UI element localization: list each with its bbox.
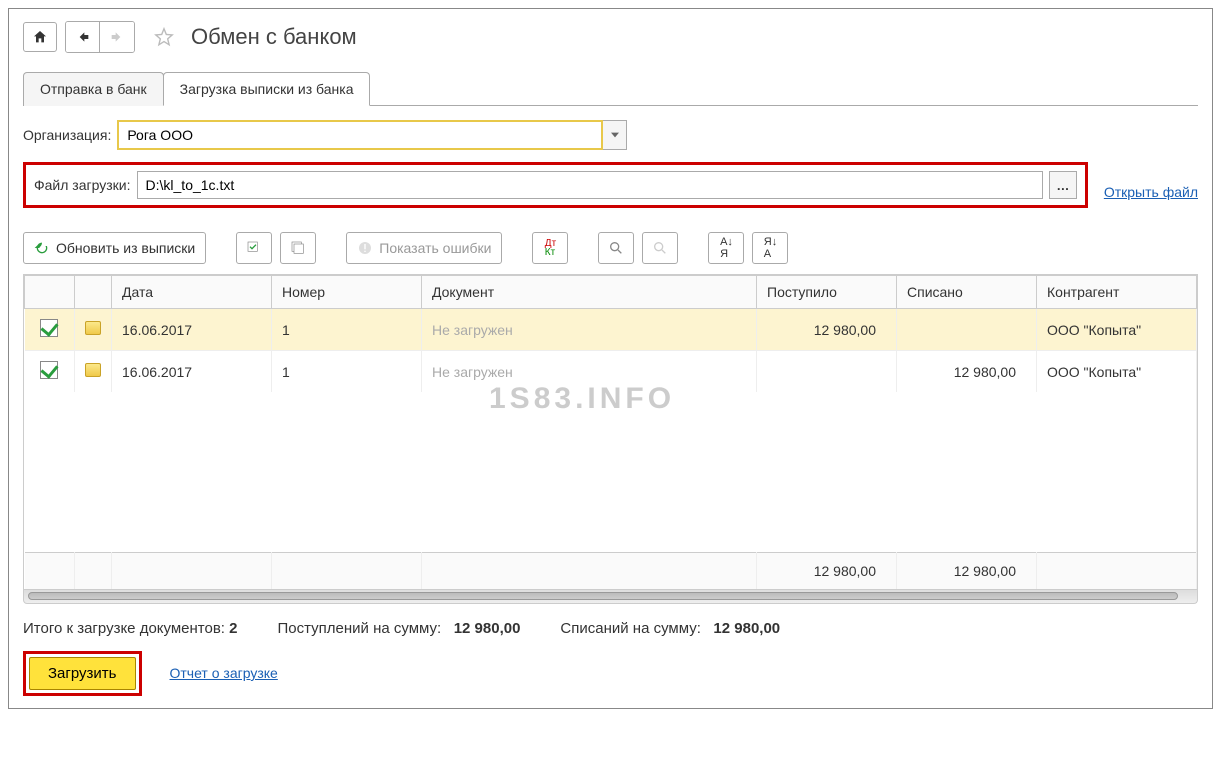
nav-history-group — [65, 21, 135, 53]
horizontal-scrollbar[interactable] — [23, 590, 1198, 604]
refresh-icon — [34, 240, 50, 256]
tab-send-to-bank[interactable]: Отправка в банк — [23, 72, 164, 106]
statement-table: Дата Номер Документ Поступило Списано Ко… — [24, 275, 1197, 589]
ellipsis-icon: … — [1056, 178, 1069, 193]
search-button[interactable] — [598, 232, 634, 264]
sort-desc-icon: Я↓А — [764, 236, 777, 260]
nav-back-button[interactable] — [66, 22, 100, 52]
magnifier-icon — [608, 240, 624, 256]
tab-load-statement[interactable]: Загрузка выписки из банка — [163, 72, 371, 106]
error-icon — [357, 240, 373, 256]
magnifier-clear-icon — [652, 240, 668, 256]
star-icon — [153, 26, 175, 48]
arrow-left-icon — [75, 29, 91, 45]
uncheck-all-icon — [290, 240, 306, 256]
tab-bar: Отправка в банк Загрузка выписки из банк… — [23, 71, 1198, 106]
summary-out-value: 12 980,00 — [713, 620, 780, 637]
report-link[interactable]: Отчет о загрузке — [170, 665, 278, 681]
summary-in-value: 12 980,00 — [454, 620, 521, 637]
file-label: Файл загрузки: — [34, 177, 131, 193]
table-row[interactable]: 16.06.2017 1 Не загружен 12 980,00 ООО "… — [25, 309, 1197, 351]
arrow-right-icon — [109, 29, 125, 45]
col-received[interactable]: Поступило — [757, 276, 897, 309]
file-path-input[interactable] — [137, 171, 1043, 199]
uncheck-all-button[interactable] — [280, 232, 316, 264]
page-title: Обмен с банком — [191, 24, 357, 50]
check-all-icon — [246, 240, 262, 256]
document-icon — [85, 363, 101, 377]
dtkt-icon: ДтКт — [545, 239, 556, 257]
org-dropdown-button[interactable] — [603, 120, 627, 150]
summary-docs-value: 2 — [229, 620, 237, 637]
sort-desc-button[interactable]: Я↓А — [752, 232, 788, 264]
document-icon — [85, 321, 101, 335]
home-icon — [32, 29, 48, 45]
col-contractor[interactable]: Контрагент — [1037, 276, 1197, 309]
org-label: Организация: — [23, 127, 111, 143]
chevron-down-icon — [611, 131, 619, 139]
table-row[interactable]: 16.06.2017 1 Не загружен 12 980,00 ООО "… — [25, 351, 1197, 393]
summary-in-label: Поступлений на сумму: — [277, 620, 441, 637]
empty-area — [25, 392, 1197, 552]
checkbox-icon[interactable] — [40, 319, 58, 337]
clear-search-button[interactable] — [642, 232, 678, 264]
file-browse-button[interactable]: … — [1049, 171, 1077, 199]
col-date[interactable]: Дата — [112, 276, 272, 309]
col-document[interactable]: Документ — [422, 276, 757, 309]
sort-asc-button[interactable]: А↓Я — [708, 232, 744, 264]
col-debited[interactable]: Списано — [897, 276, 1037, 309]
favorite-button[interactable] — [149, 22, 179, 52]
col-number[interactable]: Номер — [272, 276, 422, 309]
show-errors-button[interactable]: Показать ошибки — [346, 232, 502, 264]
load-button-highlight: Загрузить — [23, 651, 142, 696]
load-button[interactable]: Загрузить — [29, 657, 136, 690]
summary-out-label: Списаний на сумму: — [560, 620, 700, 637]
sort-asc-icon: А↓Я — [720, 236, 733, 260]
summary-docs-label: Итого к загрузке документов: — [23, 620, 225, 637]
checkbox-icon[interactable] — [40, 361, 58, 379]
nav-forward-button[interactable] — [100, 22, 134, 52]
totals-row: 12 980,00 12 980,00 — [25, 552, 1197, 589]
check-all-button[interactable] — [236, 232, 272, 264]
dtct-button[interactable]: ДтКт — [532, 232, 568, 264]
open-file-link[interactable]: Открыть файл — [1104, 184, 1198, 200]
home-button[interactable] — [23, 22, 57, 52]
refresh-button[interactable]: Обновить из выписки — [23, 232, 206, 264]
org-input[interactable] — [117, 120, 603, 150]
